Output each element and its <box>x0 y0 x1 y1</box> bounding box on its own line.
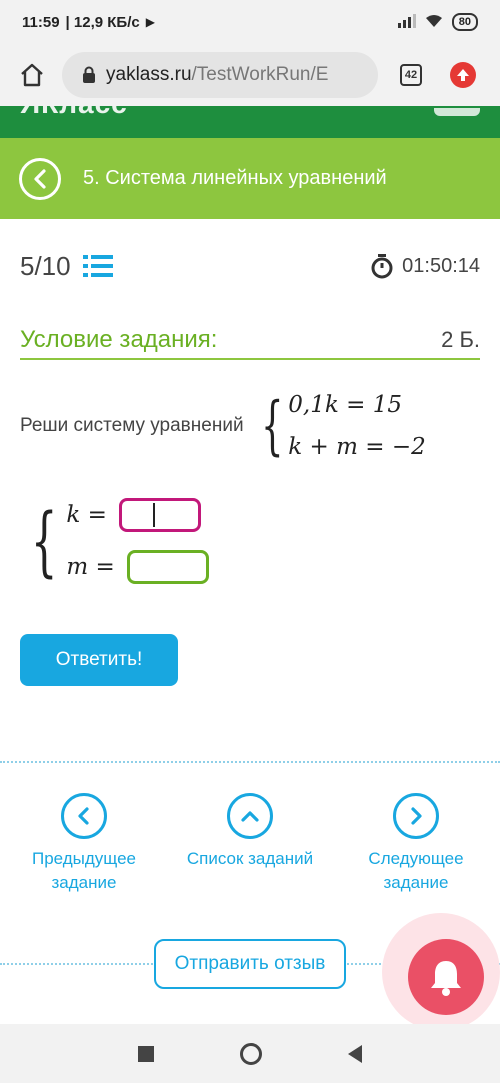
stopwatch-icon <box>371 254 393 279</box>
task-text: Реши систему уравнений <box>20 415 244 436</box>
next-button[interactable] <box>393 793 439 839</box>
k-label: k = <box>66 502 107 528</box>
home-button[interactable] <box>12 55 52 95</box>
notification-button[interactable] <box>408 939 484 1015</box>
divider <box>0 761 500 763</box>
next-label[interactable]: Следующее задание <box>368 847 463 895</box>
submit-button[interactable]: Ответить! <box>20 634 178 686</box>
condition-title: Условие задания: <box>20 326 218 353</box>
k-input[interactable] <box>118 498 201 532</box>
text-caret <box>153 503 155 527</box>
bell-icon <box>431 961 461 996</box>
system-brace: { <box>260 389 284 463</box>
progress-row: 5/10 01:50:14 <box>20 248 480 284</box>
nav-previous[interactable]: Предыдущее задание <box>4 793 164 895</box>
chevron-right-icon <box>411 807 422 825</box>
timer: 01:50:14 <box>370 253 480 279</box>
timer-value: 01:50:14 <box>402 254 480 277</box>
feedback-button[interactable]: Отправить отзыв <box>154 939 346 989</box>
nav-next[interactable]: Следующее задание <box>336 793 496 895</box>
previous-label-line1: Предыдущее <box>31 849 137 868</box>
network-speed: | 12,9 КБ/с <box>65 13 140 31</box>
wifi-icon <box>424 14 444 31</box>
battery-indicator: 80 <box>451 13 478 31</box>
address-bar[interactable]: yaklass.ru/TestWorkRun/E <box>62 52 378 98</box>
back-nav-button[interactable] <box>348 1044 362 1063</box>
chevron-left-icon <box>34 168 46 189</box>
chevron-up-icon <box>241 811 259 822</box>
topic-title: 5. Система линейных уравнений <box>83 167 387 189</box>
back-button[interactable] <box>19 157 61 200</box>
next-label-line1: Следующее <box>368 849 464 868</box>
points-value: 2 Б. <box>441 327 480 352</box>
previous-label[interactable]: Предыдущее задание <box>32 847 136 895</box>
play-icon: ▶ <box>145 15 155 29</box>
system-navigation-bar <box>0 1024 500 1083</box>
url-host: yaklass.ru <box>106 64 192 85</box>
answer-brace: { <box>30 496 58 585</box>
answer-row-m: m = <box>66 547 209 587</box>
equation-system: { 0,1k = 15 k + m = −2 <box>252 390 426 462</box>
task-list-label[interactable]: Список заданий <box>187 847 313 871</box>
topic-bar: 5. Система линейных уравнений <box>0 138 500 219</box>
task-counter: 5/10 <box>20 250 71 281</box>
task-list-button[interactable] <box>227 793 273 839</box>
update-button[interactable] <box>450 62 476 88</box>
home-icon <box>21 63 43 87</box>
recents-button[interactable] <box>138 1045 154 1062</box>
site-header: ЯКласс <box>0 106 500 138</box>
m-input[interactable] <box>126 550 209 584</box>
equation-2: k + m = −2 <box>288 434 426 460</box>
task-statement: Реши систему уравнений { 0,1k = 15 k + m… <box>20 390 480 462</box>
chevron-left-icon <box>78 807 89 825</box>
previous-button[interactable] <box>61 793 107 839</box>
lock-icon <box>83 66 95 83</box>
menu-icon[interactable] <box>434 108 480 116</box>
condition-header: Условие задания: 2 Б. <box>20 322 480 360</box>
site-logo: ЯКласс <box>20 106 128 120</box>
browser-toolbar: yaklass.ru/TestWorkRun/E 42 <box>0 44 500 106</box>
arrow-up-icon <box>457 69 469 81</box>
tab-count-button[interactable]: 42 <box>400 64 422 86</box>
answer-system: { k = m = <box>20 495 209 587</box>
previous-label-line2: задание <box>51 873 117 892</box>
equation-1: 0,1k = 15 <box>288 392 402 418</box>
signal-icon <box>397 13 416 31</box>
url-path: /TestWorkRun/E <box>191 64 329 85</box>
next-label-line2: задание <box>383 873 449 892</box>
task-list-icon[interactable] <box>82 253 113 279</box>
home-nav-button[interactable] <box>240 1042 262 1065</box>
nav-task-list[interactable]: Список заданий <box>170 793 330 871</box>
m-label: m = <box>66 554 115 580</box>
answer-row-k: k = <box>66 495 208 535</box>
status-bar: 11:59 | 12,9 КБ/с ▶ 80 <box>0 0 500 44</box>
status-time: 11:59 <box>22 13 60 31</box>
